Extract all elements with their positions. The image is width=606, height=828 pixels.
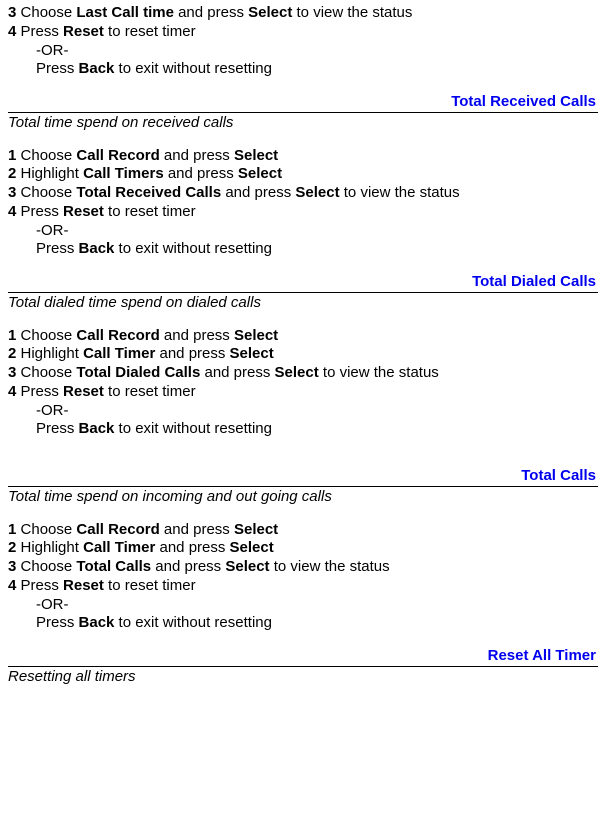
step-1: 1 Choose Call Record and press Select — [8, 327, 598, 346]
section-desc: Total time spend on incoming and out goi… — [8, 488, 598, 507]
section-desc: Total time spend on received calls — [8, 114, 598, 133]
section-heading-total-calls: Total Calls — [8, 467, 598, 487]
intro-step-4: 4 Press Reset to reset timer — [8, 23, 598, 42]
step-4: 4 Press Reset to reset timer — [8, 383, 598, 402]
step-1: 1 Choose Call Record and press Select — [8, 147, 598, 166]
step-or: -OR- — [8, 222, 598, 241]
step-2: 2 Highlight Call Timer and press Select — [8, 345, 598, 364]
step-3: 3 Choose Total Received Calls and press … — [8, 184, 598, 203]
intro-step-3: 3 Choose Last Call time and press Select… — [8, 4, 598, 23]
step-back: Press Back to exit without resetting — [8, 420, 598, 439]
step-back: Press Back to exit without resetting — [8, 614, 598, 633]
step-number: 3 — [8, 4, 21, 21]
step-2: 2 Highlight Call Timers and press Select — [8, 165, 598, 184]
section-desc: Total dialed time spend on dialed calls — [8, 294, 598, 313]
step-number: 4 — [8, 23, 21, 40]
step-4: 4 Press Reset to reset timer — [8, 203, 598, 222]
section-heading-total-dialed: Total Dialed Calls — [8, 273, 598, 293]
spacer — [8, 439, 598, 467]
section-heading-reset-all: Reset All Timer — [8, 647, 598, 667]
step-back: Press Back to exit without resetting — [8, 240, 598, 259]
step-2: 2 Highlight Call Timer and press Select — [8, 539, 598, 558]
intro-back: Press Back to exit without resetting — [8, 60, 598, 79]
step-4: 4 Press Reset to reset timer — [8, 577, 598, 596]
intro-or: -OR- — [8, 42, 598, 61]
step-or: -OR- — [8, 402, 598, 421]
section-heading-total-received: Total Received Calls — [8, 93, 598, 113]
step-or: -OR- — [8, 596, 598, 615]
step-3: 3 Choose Total Dialed Calls and press Se… — [8, 364, 598, 383]
step-1: 1 Choose Call Record and press Select — [8, 521, 598, 540]
step-3: 3 Choose Total Calls and press Select to… — [8, 558, 598, 577]
section-desc: Resetting all timers — [8, 668, 598, 687]
